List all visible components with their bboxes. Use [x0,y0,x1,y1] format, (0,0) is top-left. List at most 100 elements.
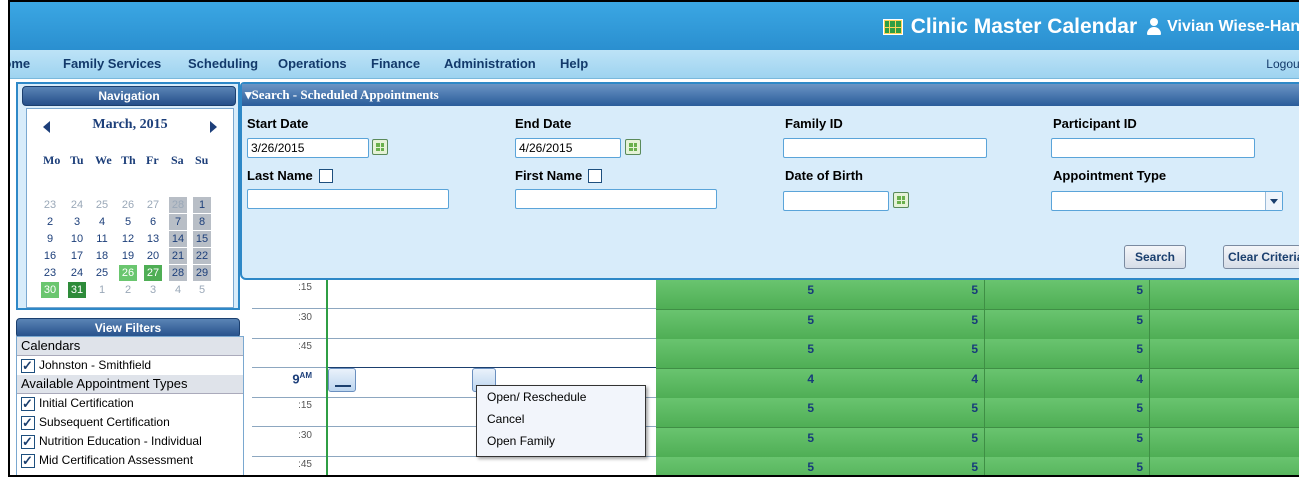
availability-cell[interactable]: 5 [820,457,985,475]
calendar-day[interactable]: 21 [169,248,187,264]
menu-administration[interactable]: Administration [444,56,536,71]
availability-cell[interactable]: 5 [656,457,821,475]
availability-cell[interactable]: 5 [985,310,1150,340]
availability-cell[interactable]: 5 [985,339,1150,369]
search-panel-title[interactable]: ▾Search - Scheduled Appointments [242,84,1299,106]
calendar-day[interactable]: 1 [193,197,211,213]
chevron-down-icon[interactable] [1265,192,1282,210]
calendar-day[interactable]: 23 [41,197,59,213]
first-name-input[interactable] [515,189,717,209]
availability-cell[interactable]: 5 [820,428,985,458]
user-name[interactable]: Vivian Wiese-Hans [1167,18,1299,36]
first-name-checkbox[interactable] [588,168,603,183]
last-name-checkbox[interactable] [318,168,333,183]
checkbox[interactable] [21,432,35,451]
availability-cell[interactable]: 5 [820,280,985,310]
calendar-day[interactable]: 13 [144,231,162,247]
calendar-day[interactable]: 2 [41,214,59,230]
calendar-day[interactable]: 5 [119,214,137,230]
calendar-day[interactable]: 25 [93,197,111,213]
calendar-day[interactable]: 31 [68,282,86,298]
calendar-day[interactable]: 28 [169,265,187,281]
appointment-type-select[interactable] [1051,191,1283,211]
calendar-day[interactable]: 4 [93,214,111,230]
availability-cell[interactable]: 5 [656,339,821,369]
availability-cell[interactable]: 5 [1150,457,1299,475]
calendar-filter-item[interactable]: Johnston - Smithfield [17,356,243,375]
availability-cell[interactable]: 5 [820,339,985,369]
availability-cell[interactable]: 5 [656,428,821,458]
calendar-day[interactable]: 6 [144,214,162,230]
clear-criteria-button[interactable]: Clear Criteria [1223,245,1299,269]
availability-cell[interactable]: 5 [985,398,1150,428]
calendar-day[interactable]: 14 [169,231,187,247]
calendar-day[interactable]: 30 [41,282,59,298]
checkbox[interactable] [21,413,35,432]
context-open-reschedule[interactable]: Open/ Reschedule [477,386,645,408]
calendar-day[interactable]: 7 [169,214,187,230]
date-picker-icon[interactable] [625,139,641,155]
calendar-day[interactable]: 1 [93,282,111,298]
checkbox[interactable] [21,394,35,413]
date-picker-icon[interactable] [893,192,909,208]
availability-cell[interactable]: 5 [1150,280,1299,310]
calendar-day[interactable]: 15 [193,231,211,247]
menu-home[interactable]: Home [10,56,30,71]
calendar-day[interactable]: 5 [193,282,211,298]
availability-cell[interactable]: 5 [985,457,1150,475]
type-filter-item[interactable]: Subsequent Certification [17,413,243,432]
calendar-day[interactable]: 20 [144,248,162,264]
availability-cell[interactable]: 5 [656,310,821,340]
end-date-input[interactable]: 4/26/2015 [515,138,621,158]
calendar-day[interactable]: 11 [93,231,111,247]
appointment-block[interactable] [328,368,356,392]
calendar-day[interactable]: 28 [169,197,187,213]
menu-family-services[interactable]: Family Services [63,56,161,71]
menu-help[interactable]: Help [560,56,588,71]
date-picker-icon[interactable] [372,139,388,155]
menu-operations[interactable]: Operations [278,56,347,71]
checkbox[interactable] [21,356,35,375]
availability-cell[interactable]: 4 [820,369,985,399]
calendar-day[interactable]: 22 [193,248,211,264]
availability-cell[interactable]: 5 [985,280,1150,310]
logout-link[interactable]: Logout [1266,57,1299,71]
type-filter-item[interactable]: Mid Certification Assessment [17,451,243,470]
calendar-day[interactable]: 12 [119,231,137,247]
calendar-day[interactable]: 9 [41,231,59,247]
calendar-day[interactable]: 23 [41,265,59,281]
calendar-day[interactable]: 26 [119,197,137,213]
calendar-day[interactable]: 2 [119,282,137,298]
type-filter-item[interactable]: Nutrition Education - Individual [17,432,243,451]
calendar-day[interactable]: 27 [144,265,162,281]
calendar-day[interactable]: 8 [193,214,211,230]
calendar-day[interactable]: 18 [93,248,111,264]
checkbox[interactable] [21,451,35,470]
availability-cell[interactable]: 5 [656,398,821,428]
calendar-day[interactable]: 27 [144,197,162,213]
start-date-input[interactable]: 3/26/2015 [247,138,369,158]
calendar-day[interactable]: 17 [68,248,86,264]
availability-cell[interactable]: 5 [985,428,1150,458]
calendar-day[interactable]: 29 [193,265,211,281]
availability-cell[interactable]: 4 [985,369,1150,399]
calendar-day[interactable]: 25 [93,265,111,281]
calendar-day[interactable]: 3 [144,282,162,298]
availability-cell[interactable]: 5 [1150,339,1299,369]
calendar-day[interactable]: 4 [169,282,187,298]
calendar-day[interactable]: 24 [68,197,86,213]
context-open-family[interactable]: Open Family [477,430,645,452]
dob-input[interactable] [783,191,889,211]
calendar-day[interactable]: 26 [119,265,137,281]
search-button[interactable]: Search [1124,245,1186,269]
availability-cell[interactable]: 5 [656,280,821,310]
menu-finance[interactable]: Finance [371,56,420,71]
context-cancel[interactable]: Cancel [477,408,645,430]
last-name-input[interactable] [247,189,449,209]
availability-cell[interactable]: 5 [1150,428,1299,458]
calendar-day[interactable]: 24 [68,265,86,281]
availability-cell[interactable]: 4 [1150,369,1299,399]
calendar-day[interactable]: 19 [119,248,137,264]
calendar-day[interactable]: 16 [41,248,59,264]
availability-cell[interactable]: 5 [820,310,985,340]
